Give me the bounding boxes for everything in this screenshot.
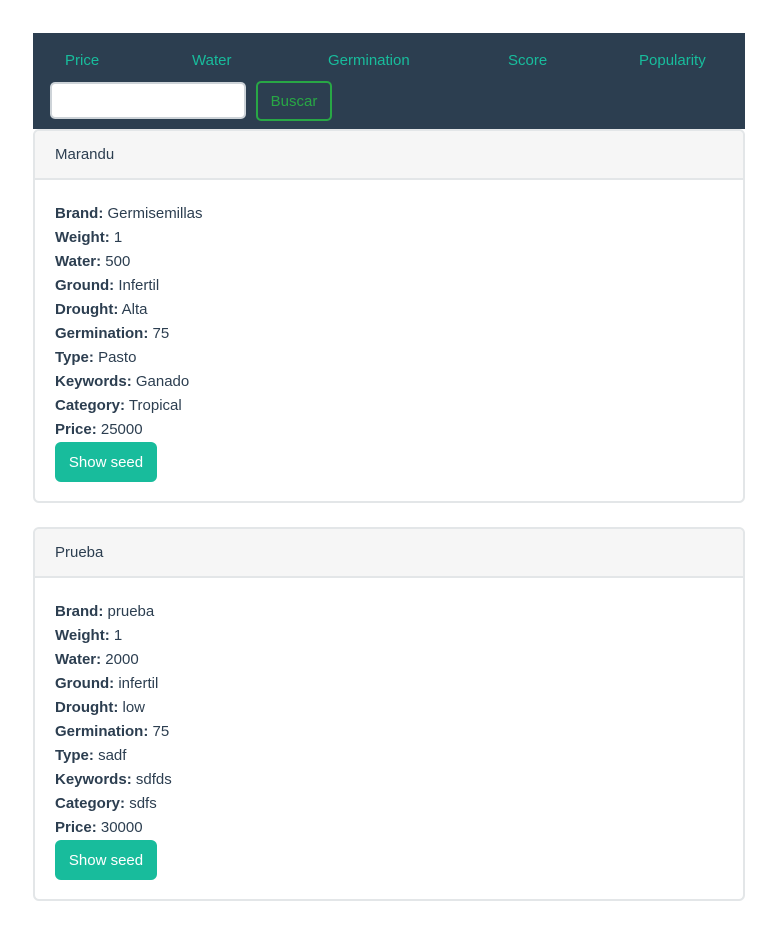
field-label: Water: (55, 253, 102, 270)
field-price: Price: 30000 (55, 816, 723, 840)
seed-card-title: Prueba (35, 529, 743, 578)
seed-card-title: Marandu (35, 131, 743, 180)
field-value: Germisemillas (107, 205, 203, 222)
field-drought: Drought: Alta (55, 298, 723, 322)
field-label: Germination: (55, 325, 149, 342)
field-label: Keywords: (55, 771, 132, 788)
field-germination: Germination: 75 (55, 720, 723, 744)
seed-card: Marandu Brand: Germisemillas Weight: 1 W… (33, 129, 745, 503)
field-value: Infertil (118, 277, 160, 294)
field-label: Germination: (55, 723, 149, 740)
field-value: sadf (98, 747, 127, 764)
field-label: Drought: (55, 301, 119, 318)
field-keywords: Keywords: Ganado (55, 370, 723, 394)
field-water: Water: 2000 (55, 648, 723, 672)
field-label: Water: (55, 651, 102, 668)
field-label: Price: (55, 421, 97, 438)
field-ground: Ground: infertil (55, 672, 723, 696)
field-water: Water: 500 (55, 250, 723, 274)
sort-links: Price Water Germination Score Popularity (33, 51, 745, 75)
field-value: sdfds (135, 771, 172, 788)
field-value: Alta (121, 301, 148, 318)
field-label: Drought: (55, 699, 119, 716)
field-weight: Weight: 1 (55, 226, 723, 250)
sort-link-germination[interactable]: Germination (328, 51, 410, 71)
field-germination: Germination: 75 (55, 322, 723, 346)
field-value: 500 (105, 253, 131, 270)
field-label: Category: (55, 397, 126, 414)
seed-card: Prueba Brand: prueba Weight: 1 Water: 20… (33, 527, 745, 901)
field-label: Weight: (55, 627, 110, 644)
field-value: 25000 (100, 421, 143, 438)
field-label: Price: (55, 819, 97, 836)
field-value: 30000 (100, 819, 143, 836)
top-navbar: Price Water Germination Score Popularity… (33, 33, 745, 129)
field-label: Type: (55, 747, 94, 764)
field-value: sdfs (129, 795, 157, 812)
sort-link-popularity[interactable]: Popularity (639, 51, 706, 71)
field-value: 75 (152, 723, 170, 740)
field-value: 1 (113, 627, 123, 644)
field-category: Category: sdfs (55, 792, 723, 816)
field-price: Price: 25000 (55, 418, 723, 442)
field-label: Type: (55, 349, 94, 366)
field-label: Ground: (55, 675, 115, 692)
field-type: Type: Pasto (55, 346, 723, 370)
field-value: 2000 (105, 651, 139, 668)
field-ground: Ground: Infertil (55, 274, 723, 298)
field-weight: Weight: 1 (55, 624, 723, 648)
field-value: low (122, 699, 145, 716)
field-value: Tropical (128, 397, 182, 414)
field-value: Pasto (98, 349, 137, 366)
field-label: Brand: (55, 603, 104, 620)
show-seed-button[interactable]: Show seed (55, 442, 157, 482)
field-category: Category: Tropical (55, 394, 723, 418)
show-seed-button[interactable]: Show seed (55, 840, 157, 880)
sort-link-price[interactable]: Price (65, 51, 99, 71)
field-value: prueba (107, 603, 155, 620)
seed-card-body: Brand: Germisemillas Weight: 1 Water: 50… (35, 180, 743, 501)
field-label: Weight: (55, 229, 110, 246)
search-button[interactable]: Buscar (256, 81, 332, 121)
seed-card-body: Brand: prueba Weight: 1 Water: 2000 Grou… (35, 578, 743, 899)
sort-link-water[interactable]: Water (192, 51, 231, 71)
field-label: Category: (55, 795, 126, 812)
field-value: 1 (113, 229, 123, 246)
field-label: Brand: (55, 205, 104, 222)
field-value: 75 (152, 325, 170, 342)
field-label: Keywords: (55, 373, 132, 390)
field-type: Type: sadf (55, 744, 723, 768)
field-drought: Drought: low (55, 696, 723, 720)
field-value: infertil (118, 675, 159, 692)
field-value: Ganado (135, 373, 190, 390)
field-brand: Brand: Germisemillas (55, 202, 723, 226)
field-keywords: Keywords: sdfds (55, 768, 723, 792)
sort-link-score[interactable]: Score (508, 51, 547, 71)
field-brand: Brand: prueba (55, 600, 723, 624)
field-label: Ground: (55, 277, 115, 294)
search-input[interactable] (50, 82, 246, 119)
